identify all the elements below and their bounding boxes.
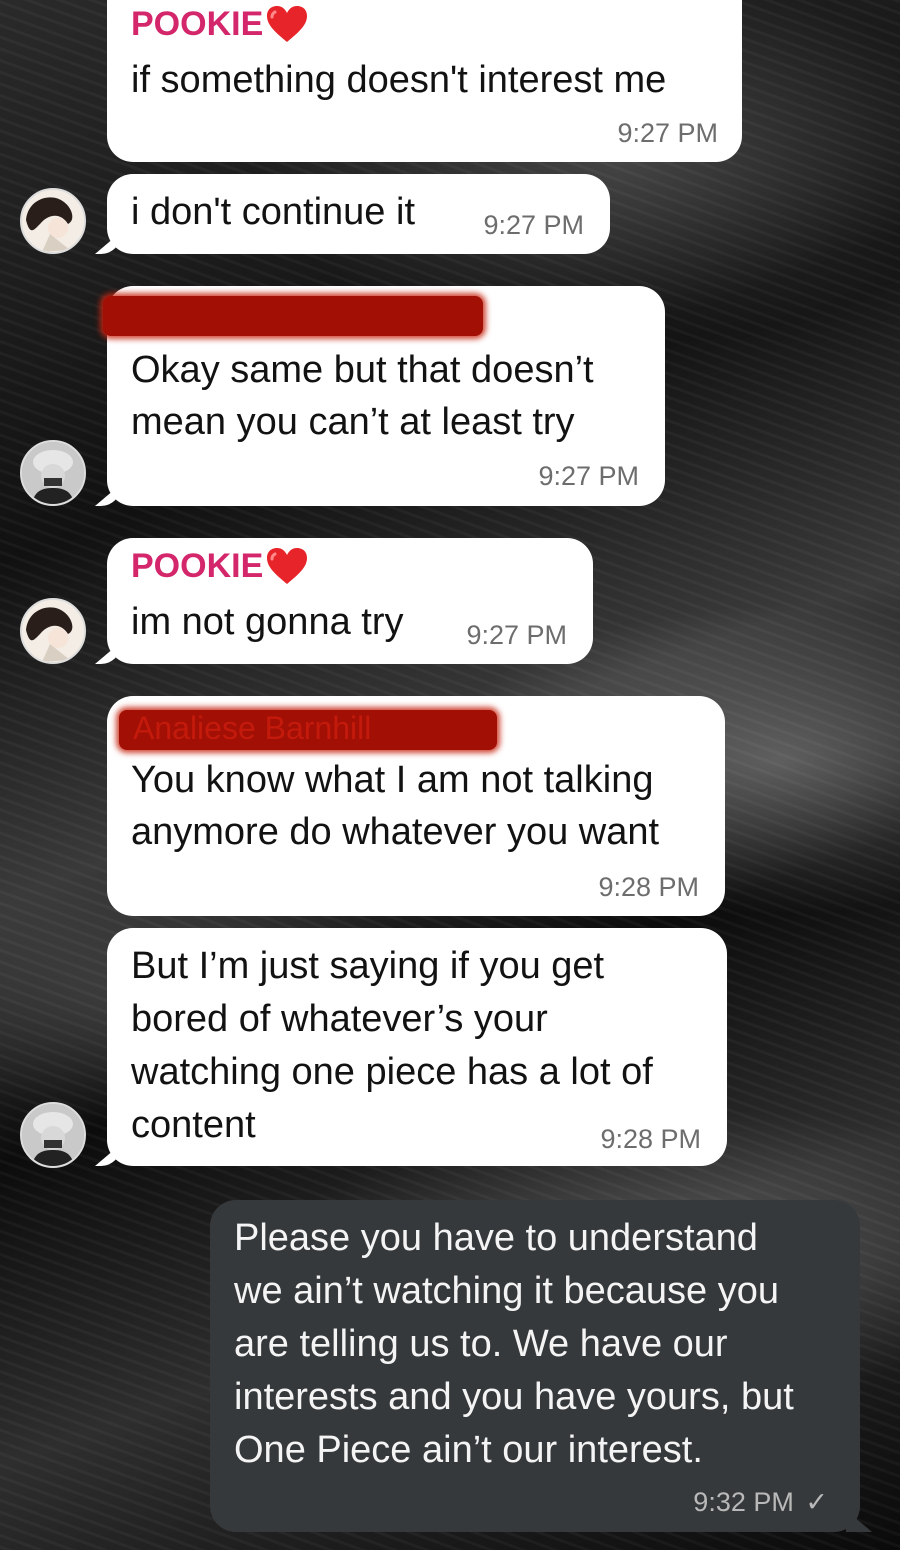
message-text: watching one piece has a lot of <box>131 1051 653 1093</box>
message-text: You know what I am not talking <box>131 759 654 801</box>
message-bubble[interactable]: Analiese Barnhill You know what I am not… <box>107 696 725 916</box>
heart-icon <box>267 548 308 584</box>
message-text: we ain’t watching it because you <box>234 1270 779 1312</box>
message-time-label: 9:32 PM <box>693 1487 794 1517</box>
message-bubble[interactable]: i don't continue it 9:27 PM <box>107 174 610 254</box>
message-text: content <box>131 1104 256 1146</box>
message-time: 9:27 PM <box>617 118 718 148</box>
outgoing-message-bubble[interactable]: Please you have to understand we ain’t w… <box>210 1200 860 1532</box>
message-bubble[interactable]: Okay same but that doesn’t mean you can’… <box>103 286 665 506</box>
heart-icon <box>267 6 308 42</box>
message-text: Please you have to understand <box>234 1217 758 1259</box>
message-text: are telling us to. We have our <box>234 1323 728 1365</box>
message-text: if something doesn't interest me <box>131 59 667 101</box>
message-text: bored of whatever’s your <box>131 998 548 1040</box>
avatar[interactable] <box>20 598 86 664</box>
sent-check-icon: ✓ <box>805 1487 828 1517</box>
message-time: 9:28 PM <box>600 1124 701 1154</box>
avatar[interactable] <box>20 440 86 506</box>
message-time: 9:27 PM <box>538 461 639 491</box>
message-text: im not gonna try <box>131 601 404 643</box>
message-time: 9:27 PM <box>466 620 567 650</box>
message-text: interests and you have yours, but <box>234 1376 794 1418</box>
sender-name: POOKIE <box>131 546 309 586</box>
message-text: One Piece ain’t our interest. <box>234 1429 703 1471</box>
avatar[interactable] <box>20 1102 86 1168</box>
message-time: 9:27 PM <box>483 210 584 240</box>
message-text: But I’m just saying if you get <box>131 945 605 987</box>
sender-name: POOKIE <box>131 4 309 44</box>
message-text: Okay same but that doesn’t <box>131 349 594 391</box>
message-text: mean you can’t at least try <box>131 401 575 443</box>
message-text: i don't continue it <box>131 191 415 233</box>
sender-name: Analiese Barnhill <box>133 710 372 746</box>
message-bubble[interactable]: POOKIE im not gonna try 9:27 PM <box>107 538 593 664</box>
redacted-sender-name <box>103 296 483 336</box>
avatar[interactable] <box>20 188 86 254</box>
message-bubble[interactable]: But I’m just saying if you get bored of … <box>107 928 727 1166</box>
message-time: 9:32 PM ✓ <box>693 1487 828 1518</box>
message-text: anymore do whatever you want <box>131 811 660 853</box>
message-time: 9:28 PM <box>598 872 699 902</box>
message-bubble[interactable]: POOKIE if something doesn't interest me … <box>107 0 742 162</box>
